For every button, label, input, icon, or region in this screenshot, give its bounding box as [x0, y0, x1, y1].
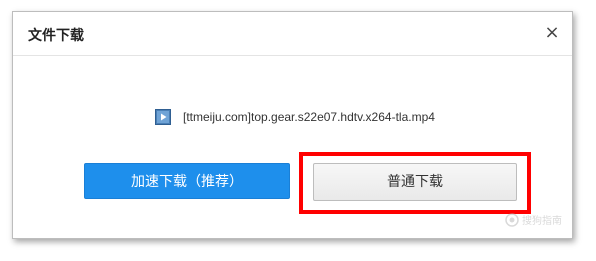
watermark-text: 搜狗指南: [522, 216, 562, 227]
file-row: [ttmeiju.com]top.gear.s22e07.hdtv.x264-t…: [155, 107, 435, 127]
watermark: 搜狗指南: [505, 212, 562, 227]
dialog-title: 文件下载: [28, 28, 84, 44]
video-file-icon: [155, 109, 171, 125]
dialog-titlebar: 文件下载 ×: [13, 12, 572, 56]
close-icon[interactable]: ×: [542, 23, 562, 43]
normal-download-button[interactable]: 普通下载: [313, 163, 517, 201]
download-dialog: 文件下载 × [ttmeiju.com]top.gear.s22e07.hdtv…: [12, 11, 573, 239]
file-name: [ttmeiju.com]top.gear.s22e07.hdtv.x264-t…: [183, 110, 435, 124]
accelerated-download-button[interactable]: 加速下载（推荐）: [84, 163, 290, 199]
watermark-logo-icon: [505, 212, 519, 227]
